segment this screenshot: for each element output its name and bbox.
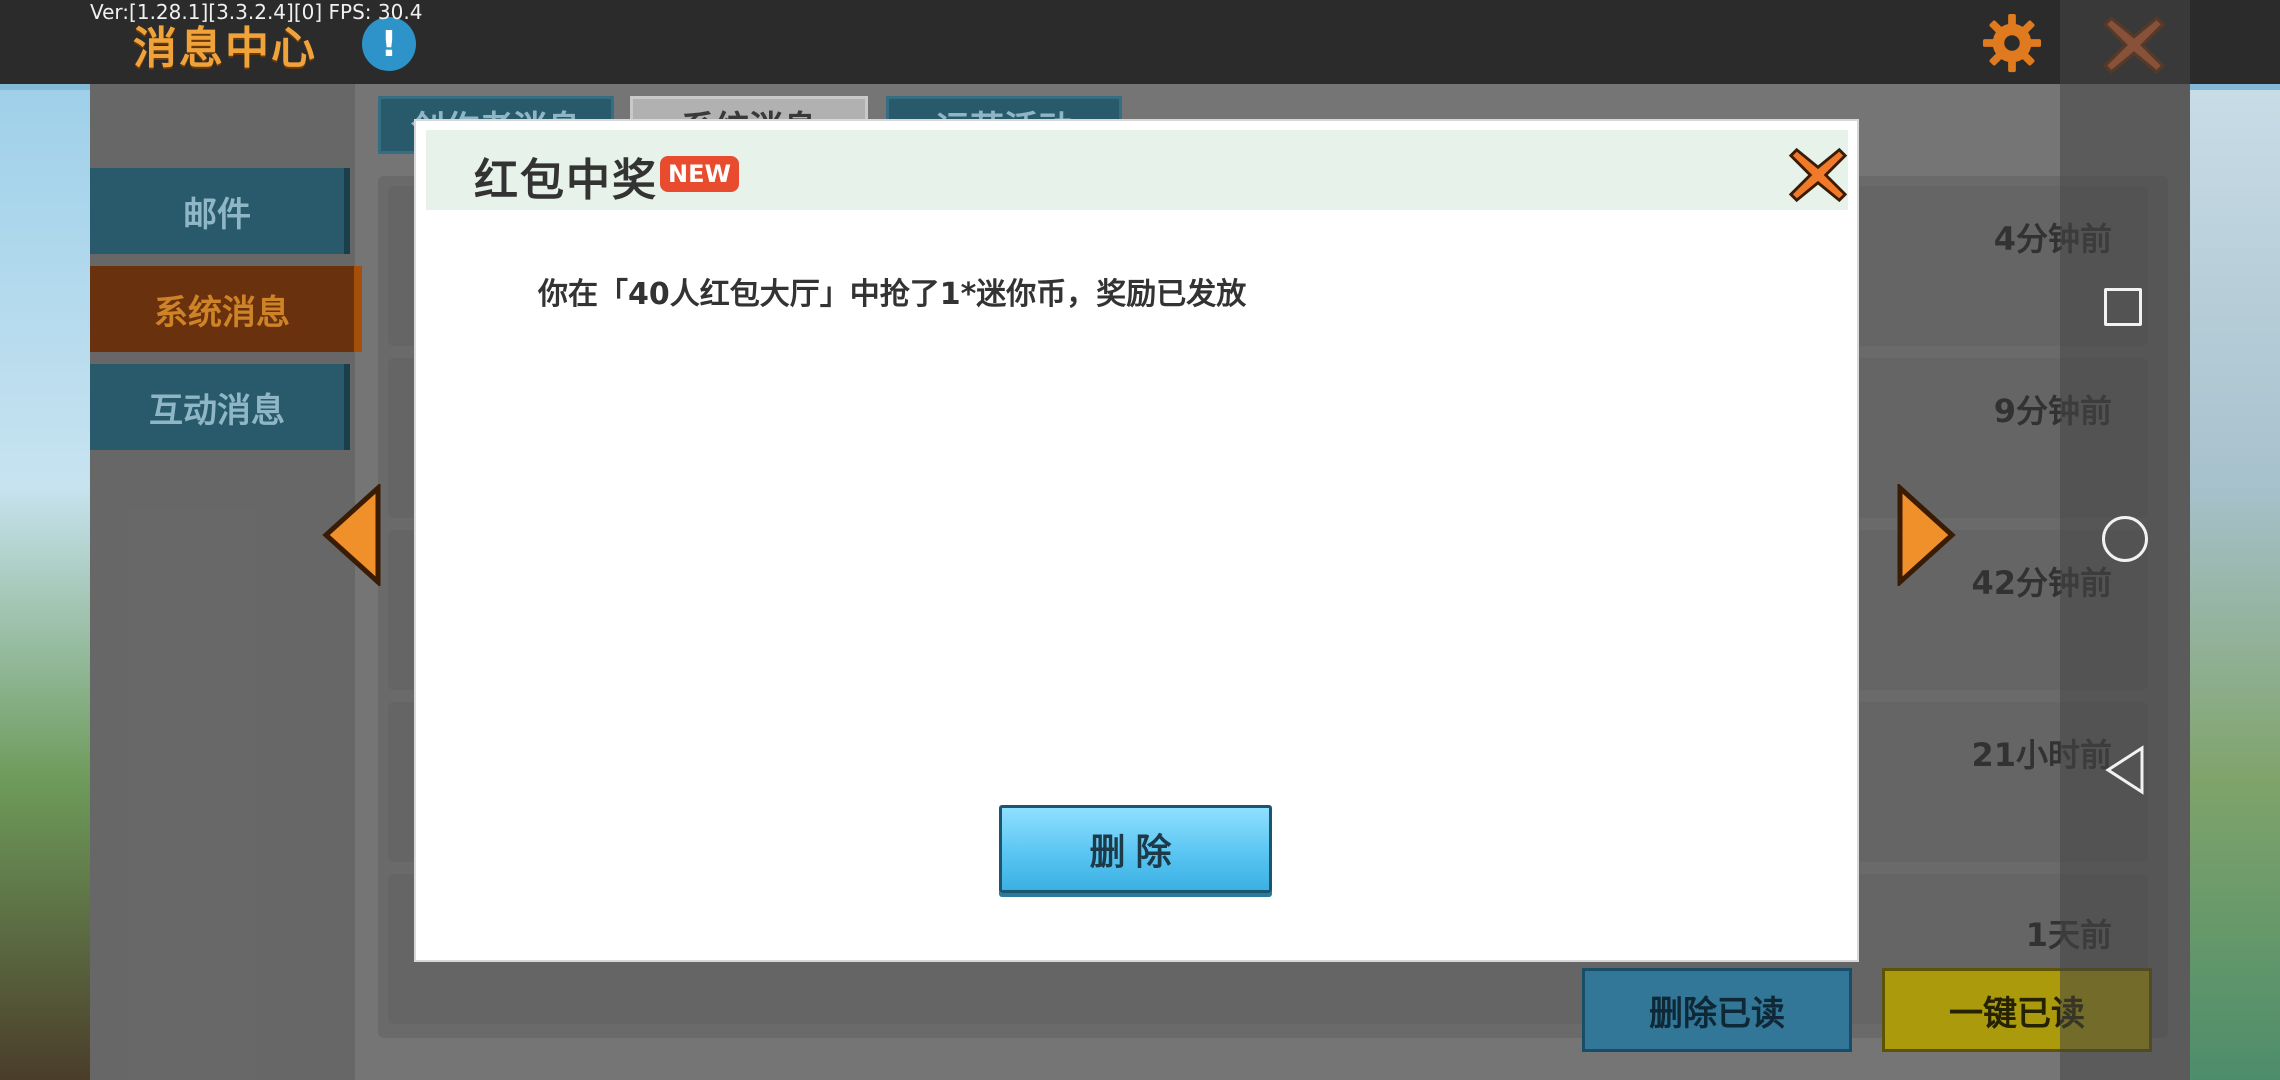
arrow-right-icon[interactable]: [1896, 484, 1958, 586]
info-icon[interactable]: !: [362, 17, 416, 71]
home-icon[interactable]: [2102, 516, 2148, 562]
gear-icon[interactable]: [1981, 12, 2043, 74]
arrow-left-icon[interactable]: [320, 484, 382, 586]
message-dialog: 红包中奖 NEW 你在「40人红包大厅」中抢了1*迷你币，奖励已发放 删除: [416, 121, 1857, 960]
fps-readout: Ver:[1.28.1][3.3.2.4][0] FPS: 30.4: [90, 0, 423, 24]
dialog-message: 你在「40人红包大厅」中抢了1*迷你币，奖励已发放: [538, 277, 1247, 312]
dialog-header: 红包中奖 NEW: [426, 130, 1848, 210]
recent-apps-icon[interactable]: [2104, 288, 2142, 326]
close-icon[interactable]: [1787, 144, 1849, 206]
background-right-strip: [2185, 90, 2280, 1080]
background-left-strip: [0, 90, 92, 1080]
back-icon[interactable]: [2102, 744, 2148, 796]
new-badge: NEW: [660, 156, 739, 192]
delete-button[interactable]: 删除: [999, 805, 1272, 893]
dialog-title: 红包中奖: [474, 155, 658, 206]
